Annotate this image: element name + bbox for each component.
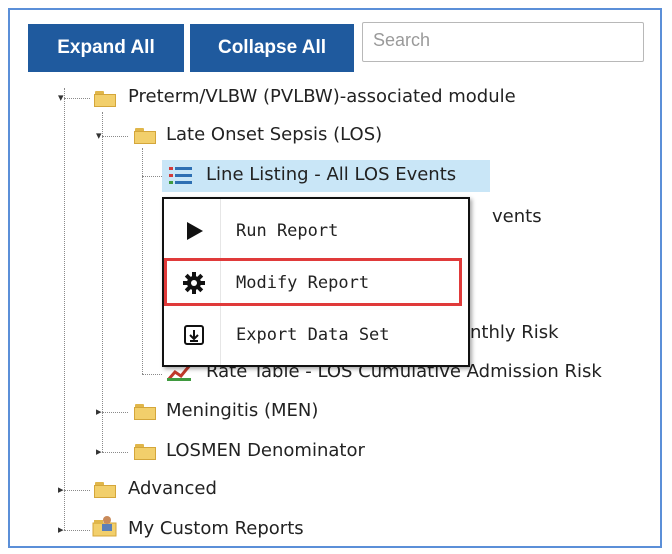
- tree-node-meningitis[interactable]: Meningitis (MEN): [166, 400, 318, 421]
- collapse-toggle-icon[interactable]: ▾: [58, 92, 64, 103]
- folder-icon: [134, 404, 156, 420]
- tree-connector: [142, 374, 162, 375]
- tree-node-partial-events[interactable]: vents: [492, 206, 542, 227]
- tree-connector: [102, 412, 128, 413]
- folder-icon: [134, 128, 156, 144]
- custom-reports-folder-icon: [92, 516, 117, 537]
- expand-toggle-icon[interactable]: ▸: [96, 446, 102, 457]
- tree-connector: [64, 98, 90, 99]
- modify-report-highlight: [164, 258, 462, 306]
- tree-connector: [142, 148, 143, 374]
- tree-node-late-onset-sepsis[interactable]: Late Onset Sepsis (LOS): [166, 124, 382, 145]
- tree-connector: [64, 88, 65, 490]
- export-data-set-menu-item[interactable]: Export Data Set: [164, 311, 468, 361]
- tree-connector: [64, 490, 90, 491]
- download-icon: [184, 325, 204, 345]
- expand-toggle-icon[interactable]: ▸: [58, 484, 64, 495]
- tree-node-losmen-denominator[interactable]: LOSMEN Denominator: [166, 440, 365, 461]
- tree-node-partial-monthly-risk[interactable]: nthly Risk: [470, 322, 559, 343]
- collapse-toggle-icon[interactable]: ▾: [96, 130, 102, 141]
- tree-node-advanced[interactable]: Advanced: [128, 478, 217, 499]
- tree-connector: [102, 112, 103, 452]
- tree-node-preterm-module[interactable]: Preterm/VLBW (PVLBW)-associated module: [128, 86, 516, 107]
- tree-connector: [102, 136, 128, 137]
- folder-icon: [94, 482, 116, 498]
- folder-icon: [134, 444, 156, 460]
- tree-connector: [64, 490, 65, 530]
- folder-icon: [94, 91, 116, 107]
- tree-connector: [64, 530, 90, 531]
- expand-toggle-icon[interactable]: ▸: [96, 406, 102, 417]
- tree-connector: [142, 176, 162, 177]
- run-report-menu-item[interactable]: Run Report: [164, 207, 468, 257]
- tree-node-my-custom-reports[interactable]: My Custom Reports: [128, 518, 304, 539]
- expand-toggle-icon[interactable]: ▸: [58, 524, 64, 535]
- export-data-set-label: Export Data Set: [236, 325, 390, 345]
- collapse-all-button[interactable]: Collapse All: [190, 24, 354, 72]
- run-report-label: Run Report: [236, 221, 339, 241]
- tree-connector: [102, 452, 128, 453]
- expand-all-button[interactable]: Expand All: [28, 24, 184, 72]
- play-icon: [187, 222, 203, 240]
- tree-node-line-listing[interactable]: Line Listing - All LOS Events: [206, 164, 456, 185]
- line-listing-icon: [169, 167, 192, 184]
- search-input[interactable]: Search: [362, 22, 644, 62]
